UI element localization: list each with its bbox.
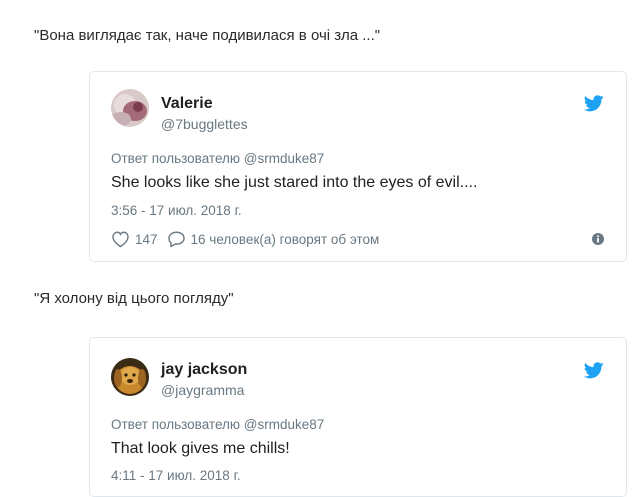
avatar-valerie[interactable] — [111, 89, 149, 127]
tweet-actions: 147 16 человек(а) говорят об этом — [111, 230, 379, 248]
avatar-jay-jackson[interactable] — [111, 358, 149, 396]
embedded-tweet-2[interactable]: jay jackson @jaygramma Ответ пользовател… — [89, 337, 627, 497]
tweet-text: That look gives me chills! — [111, 440, 290, 457]
speech-bubble-icon[interactable] — [167, 230, 186, 248]
caption-2: "Я холону від цього погляду" — [34, 290, 234, 307]
embedded-tweet-1[interactable]: Valerie @7bugglettes Ответ пользователю … — [89, 71, 627, 262]
twitter-bird-icon[interactable] — [584, 362, 604, 379]
info-icon[interactable] — [592, 233, 604, 245]
like-count[interactable]: 147 — [135, 232, 158, 247]
caption-1: "Вона виглядає так, наче подивилася в оч… — [34, 27, 381, 44]
author-handle[interactable]: @jaygramma — [161, 382, 244, 398]
reply-to-label[interactable]: Ответ пользователю @srmduke87 — [111, 151, 324, 166]
twitter-bird-icon[interactable] — [584, 95, 604, 112]
tweet-timestamp[interactable]: 3:56 - 17 июл. 2018 г. — [111, 203, 242, 218]
author-name[interactable]: jay jackson — [161, 361, 247, 379]
reply-to-label[interactable]: Ответ пользователю @srmduke87 — [111, 417, 324, 432]
author-name[interactable]: Valerie — [161, 95, 213, 113]
tweet-timestamp[interactable]: 4:11 - 17 июл. 2018 г. — [111, 468, 241, 483]
reply-count[interactable]: 16 человек(а) говорят об этом — [191, 232, 380, 247]
tweet-text: She looks like she just stared into the … — [111, 174, 478, 191]
author-handle[interactable]: @7bugglettes — [161, 116, 248, 132]
heart-icon[interactable] — [111, 230, 130, 248]
